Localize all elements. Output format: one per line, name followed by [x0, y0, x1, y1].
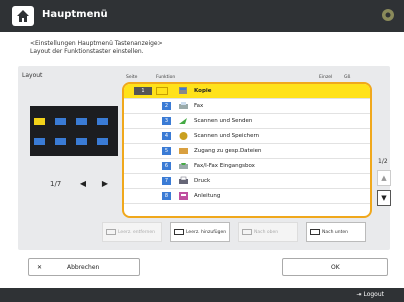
col-gross: Gß	[344, 75, 351, 80]
instructions: <Einstellungen Hauptmenü Tastenanzeige> …	[30, 40, 163, 56]
layout-key	[55, 138, 66, 145]
remove-space-button[interactable]: Leerz. entfernen	[102, 222, 162, 242]
col-einzel: Einzel	[319, 75, 333, 80]
ok-label: OK	[331, 264, 340, 271]
cancel-icon: ✕	[37, 264, 43, 271]
layout-key	[97, 118, 108, 125]
list-item[interactable]: 2 Fax	[124, 99, 370, 114]
list-item[interactable]: 5 Zugang zu gesp.Dateien	[124, 144, 370, 159]
layout-key	[76, 118, 87, 125]
row-number: 1	[134, 87, 152, 95]
row-number: 3	[162, 117, 171, 125]
logout-label: Logout	[363, 291, 384, 298]
cancel-button[interactable]: ✕ Abbrechen	[28, 258, 140, 276]
row-number: 2	[162, 102, 171, 110]
add-space-button[interactable]: Leerz. hinzufügen	[170, 222, 230, 242]
col-funktion: Funktion	[156, 75, 176, 80]
row-number: 4	[162, 132, 171, 140]
instruction-line-2: Layout der Funktionstaster einstellen.	[30, 48, 144, 55]
ok-button[interactable]: OK	[282, 258, 388, 276]
inbox-icon	[179, 163, 188, 169]
print-icon	[179, 176, 188, 184]
row-number: 7	[162, 177, 171, 185]
list-header: Seite Funktion Einzel Gß	[124, 74, 374, 82]
layout-key	[34, 138, 45, 145]
add-space-label: Leerz. hinzufügen	[186, 229, 227, 235]
row-label: Anleitung	[194, 193, 221, 199]
function-list: 1 Kopie 2 Fax 3 Scannen und Senden 4 Sca…	[122, 82, 372, 218]
row-number: 8	[162, 192, 171, 200]
row-number: 5	[162, 147, 171, 155]
guide-icon	[179, 192, 188, 200]
move-down-label: Nach unten	[322, 229, 348, 235]
row-slot	[156, 87, 168, 95]
gear-icon[interactable]	[380, 7, 396, 23]
home-icon[interactable]	[12, 6, 34, 26]
list-item[interactable]: 7 Druck	[124, 174, 370, 189]
cancel-label: Abbrechen	[67, 264, 100, 271]
row-label: Fax/I-Fax Eingangsbox	[194, 163, 255, 169]
remove-space-icon	[106, 229, 116, 235]
row-label: Scannen und Senden	[194, 118, 253, 124]
move-up-label: Nach oben	[254, 229, 279, 235]
layout-preview	[30, 106, 118, 156]
move-up-icon	[242, 229, 252, 235]
layout-prev-button[interactable]: ◀	[74, 176, 92, 192]
layout-next-button[interactable]: ▶	[96, 176, 114, 192]
scan-store-icon	[179, 132, 188, 140]
layout-page-indicator: 1/7	[50, 180, 62, 188]
row-label: Fax	[194, 103, 204, 109]
list-item[interactable]: 1 Kopie	[124, 84, 370, 99]
scroll-down-button[interactable]: ▼	[377, 190, 391, 206]
row-label: Scannen und Speichern	[194, 133, 260, 139]
move-up-button[interactable]: Nach oben	[238, 222, 298, 242]
logout-button[interactable]: ⇥ Logout	[357, 291, 384, 298]
row-label: Zugang zu gesp.Dateien	[194, 148, 262, 154]
list-page-indicator: 1/2	[378, 158, 388, 165]
instruction-line-1: <Einstellungen Hauptmenü Tastenanzeige>	[30, 40, 163, 47]
footer-bar: ⇥ Logout	[0, 288, 404, 302]
scan-send-icon	[179, 118, 187, 124]
stored-files-icon	[179, 148, 188, 154]
scroll-up-button[interactable]: ▲	[377, 170, 391, 186]
row-label: Druck	[194, 178, 211, 184]
copy-icon	[179, 87, 187, 94]
list-item[interactable]: 4 Scannen und Speichern	[124, 129, 370, 144]
fax-icon	[179, 102, 188, 109]
add-space-icon	[174, 229, 184, 235]
layout-key	[76, 138, 87, 145]
layout-key	[97, 138, 108, 145]
row-number: 6	[162, 162, 171, 170]
remove-space-label: Leerz. entfernen	[118, 229, 156, 235]
row-label: Kopie	[194, 88, 212, 94]
list-item[interactable]: 8 Anleitung	[124, 189, 370, 204]
list-item[interactable]: 6 Fax/I-Fax Eingangsbox	[124, 159, 370, 174]
move-down-button[interactable]: Nach unten	[306, 222, 366, 242]
header-bar: Hauptmenü	[0, 0, 404, 32]
header-title: Hauptmenü	[42, 9, 108, 20]
layout-label: Layout	[22, 72, 43, 79]
layout-key	[34, 118, 45, 125]
col-seite: Seite	[126, 75, 138, 80]
layout-key	[55, 118, 66, 125]
list-item[interactable]: 3 Scannen und Senden	[124, 114, 370, 129]
move-down-icon	[310, 229, 320, 235]
